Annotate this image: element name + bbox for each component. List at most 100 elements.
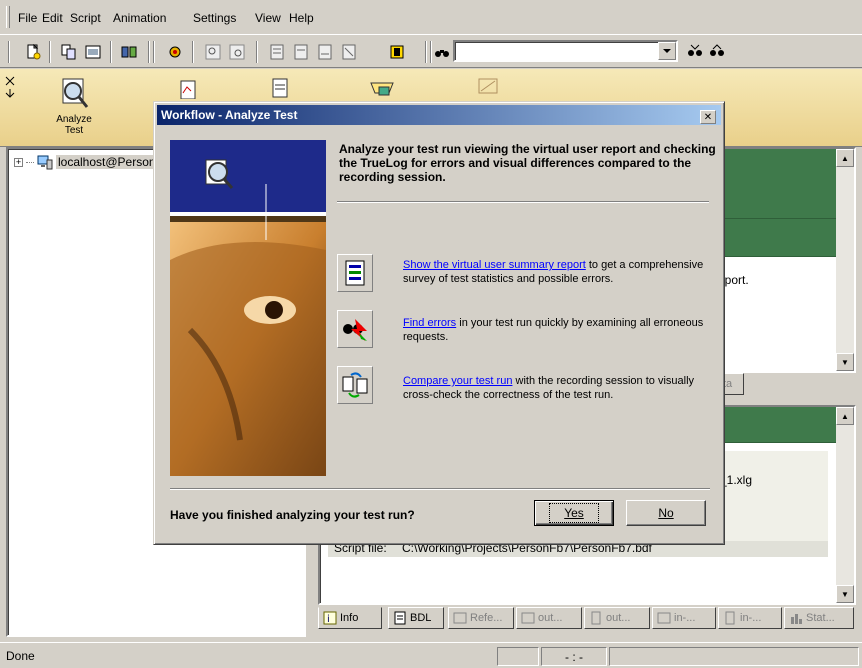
find-errors-text: Find errors in your test run quickly by … bbox=[403, 316, 713, 344]
menu-view[interactable]: View bbox=[255, 11, 281, 25]
menu-settings[interactable]: Settings bbox=[193, 11, 236, 25]
info-tabbar: i Info BDL Refe... out... out... in-... … bbox=[318, 607, 856, 631]
menu-animation[interactable]: Animation bbox=[113, 11, 166, 25]
chevron-down-icon[interactable] bbox=[658, 42, 676, 60]
report-icon-2[interactable] bbox=[290, 41, 312, 63]
toolbar-separator bbox=[425, 41, 427, 63]
toolbar-grip[interactable] bbox=[8, 41, 10, 63]
report-icon-4[interactable] bbox=[338, 41, 360, 63]
tab-label: in-... bbox=[674, 612, 696, 624]
try-script-icon[interactable] bbox=[226, 41, 248, 63]
find-next-icon[interactable] bbox=[684, 40, 706, 62]
status-position: - : - bbox=[541, 647, 607, 666]
workflow-monitor-icon bbox=[370, 82, 394, 96]
run-test-icon[interactable] bbox=[202, 41, 224, 63]
tree-item-root[interactable]: + localhost@Person bbox=[14, 154, 158, 170]
stat-icon bbox=[791, 614, 802, 624]
status-position-text: - : - bbox=[565, 650, 583, 664]
scroll-up-icon[interactable]: ▲ bbox=[836, 407, 854, 425]
workflow-bar-close-icon[interactable] bbox=[4, 75, 18, 135]
copy-icon[interactable] bbox=[58, 41, 80, 63]
menu-grip[interactable] bbox=[6, 6, 10, 28]
workflow-report-icon bbox=[180, 80, 196, 100]
workflow-analyze-test[interactable]: Analyze Test bbox=[44, 77, 104, 136]
scroll-down-icon[interactable]: ▼ bbox=[836, 585, 854, 603]
scroll-up-icon[interactable]: ▲ bbox=[836, 149, 854, 167]
in-icon bbox=[725, 611, 735, 625]
find-errors-icon bbox=[343, 319, 367, 341]
workflow-tune-icon bbox=[478, 78, 498, 94]
tab-label: in-... bbox=[740, 612, 762, 624]
compare-run-button[interactable] bbox=[337, 366, 373, 404]
menu-file[interactable]: File bbox=[18, 11, 37, 25]
summary-report-text: Show the virtual user summary report to … bbox=[403, 258, 713, 286]
toolbar-separator bbox=[148, 41, 150, 63]
bdl-icon bbox=[394, 611, 406, 625]
report-icon-1[interactable] bbox=[266, 41, 288, 63]
summary-report-link[interactable]: Show the virtual user summary report bbox=[403, 259, 586, 271]
tab-bdl[interactable]: BDL bbox=[388, 607, 444, 629]
status-panel-1 bbox=[497, 647, 539, 666]
vertical-scrollbar[interactable]: ▲ ▼ bbox=[836, 407, 854, 603]
tab-label: BDL bbox=[410, 612, 432, 624]
face-illustration-icon bbox=[170, 140, 326, 476]
tab-stat[interactable]: Stat... bbox=[784, 607, 854, 629]
close-icon[interactable]: ✕ bbox=[700, 110, 716, 124]
new-project-icon[interactable] bbox=[22, 41, 44, 63]
workflow-step-5[interactable] bbox=[458, 77, 518, 102]
tab-in-2[interactable]: in-... bbox=[718, 607, 782, 629]
dialog-titlebar[interactable]: Workflow - Analyze Test ✕ bbox=[157, 105, 721, 125]
find-errors-button[interactable] bbox=[337, 310, 373, 348]
tab-label: Stat... bbox=[806, 612, 835, 624]
workflow-step-4[interactable] bbox=[352, 77, 412, 102]
dialog-question: Have you finished analyzing your test ru… bbox=[170, 508, 415, 522]
out-icon bbox=[591, 611, 601, 625]
toolbar-separator bbox=[192, 41, 194, 63]
expand-icon[interactable]: + bbox=[14, 157, 23, 167]
analyze-test-illustration bbox=[170, 140, 326, 476]
tab-label: out... bbox=[606, 612, 631, 624]
tab-out-1[interactable]: out... bbox=[516, 607, 582, 629]
tab-reference[interactable]: Refe... bbox=[448, 607, 514, 629]
compare-run-link[interactable]: Compare your test run bbox=[403, 375, 512, 387]
tab-info[interactable]: i Info bbox=[318, 607, 382, 629]
vertical-scrollbar[interactable]: ▲ ▼ bbox=[836, 149, 854, 371]
menu-bar: File Edit Script Animation Settings View… bbox=[0, 0, 862, 34]
yes-button[interactable]: Yes bbox=[534, 500, 614, 526]
find-errors-link[interactable]: Find errors bbox=[403, 317, 456, 329]
record-icon[interactable] bbox=[164, 41, 186, 63]
tab-in-1[interactable]: in-... bbox=[652, 607, 716, 629]
tab-label: Refe... bbox=[470, 612, 503, 624]
menu-help[interactable]: Help bbox=[289, 11, 314, 25]
analyze-test-icon bbox=[62, 78, 89, 108]
menu-script[interactable]: Script bbox=[70, 11, 101, 25]
compare-run-text: Compare your test run with the recording… bbox=[403, 374, 713, 402]
info-icon: i bbox=[323, 611, 337, 625]
computer-icon bbox=[37, 155, 53, 170]
compare-icon[interactable] bbox=[386, 41, 408, 63]
no-button[interactable]: No bbox=[626, 500, 706, 526]
find-previous-icon[interactable] bbox=[706, 40, 728, 62]
menu-edit[interactable]: Edit bbox=[42, 11, 63, 25]
workflow-step-3[interactable] bbox=[250, 77, 310, 102]
toolbar-separator bbox=[49, 41, 51, 63]
binoculars-icon[interactable] bbox=[431, 41, 453, 63]
out-icon bbox=[521, 612, 535, 624]
workflow-step-2[interactable] bbox=[158, 77, 218, 102]
tab-out-2[interactable]: out... bbox=[584, 607, 650, 629]
toolbar-separator bbox=[153, 41, 155, 63]
analyze-test-label-line1: Analyze bbox=[56, 114, 92, 125]
scroll-down-icon[interactable]: ▼ bbox=[836, 353, 854, 371]
view-icon[interactable] bbox=[82, 41, 104, 63]
reference-icon bbox=[453, 612, 467, 624]
tab-label: Info bbox=[340, 612, 359, 624]
status-text: Done bbox=[6, 649, 35, 663]
report-icon-3[interactable] bbox=[314, 41, 336, 63]
svg-text:i: i bbox=[327, 614, 330, 625]
summary-report-button[interactable] bbox=[337, 254, 373, 292]
dialog-heading: Analyze your test run viewing the virtua… bbox=[339, 142, 716, 184]
yes-button-label: Yes bbox=[564, 506, 584, 520]
workload-icon[interactable] bbox=[118, 41, 140, 63]
search-input[interactable] bbox=[453, 40, 678, 62]
analyze-test-label-line2: Test bbox=[64, 125, 84, 136]
